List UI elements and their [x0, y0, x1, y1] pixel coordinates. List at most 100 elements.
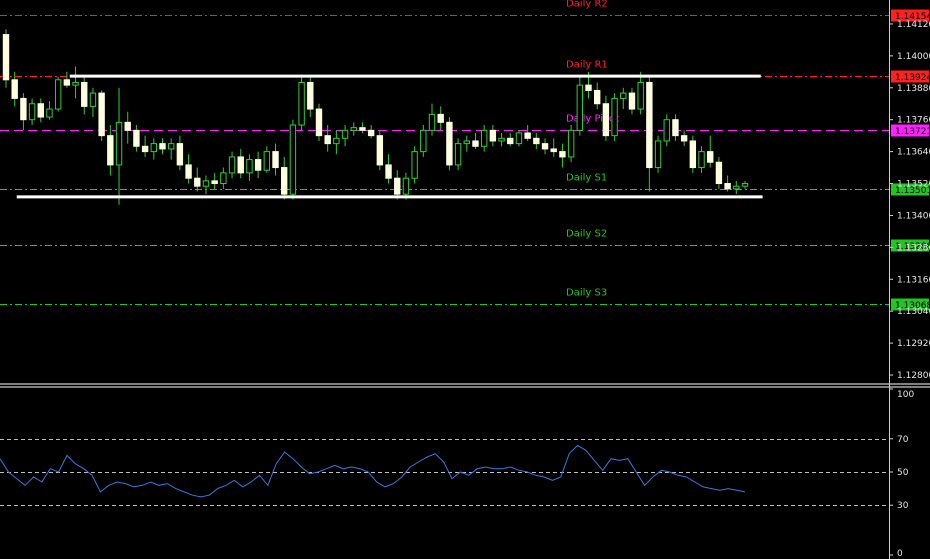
- indicator-tick-label: 100: [897, 390, 914, 400]
- candle-body: [524, 132, 531, 139]
- candle: [150, 138, 157, 160]
- gridlines: [0, 0, 930, 559]
- candle: [63, 71, 71, 88]
- price-tick-label: 1.13760: [897, 116, 930, 126]
- price-tick-label: 1.13640: [897, 148, 930, 158]
- candle: [672, 114, 679, 141]
- candle-body: [37, 103, 44, 118]
- candle: [107, 125, 114, 176]
- candle: [646, 77, 653, 192]
- candle: [115, 87, 123, 205]
- candle-body: [698, 151, 705, 169]
- candle-body: [602, 103, 610, 137]
- candle-body: [185, 164, 192, 179]
- candle: [272, 143, 279, 176]
- candle: [202, 175, 210, 195]
- candle: [663, 114, 670, 147]
- candle: [733, 180, 740, 195]
- pivot-levels: Daily R21.14154Daily R11.13924Daily Pivo…: [0, 0, 930, 311]
- candle-body: [28, 103, 36, 121]
- candle: [315, 103, 323, 141]
- candle-body: [585, 84, 592, 91]
- candle: [454, 138, 462, 171]
- candle-body: [115, 121, 123, 166]
- candle: [559, 143, 566, 168]
- candle: [289, 119, 297, 200]
- candle-body: [150, 143, 157, 153]
- candle: [446, 117, 453, 171]
- candle: [133, 125, 140, 152]
- candle-body: [2, 34, 10, 81]
- candle: [246, 154, 253, 181]
- candle: [281, 156, 288, 200]
- candle-body: [254, 159, 262, 171]
- candle: [741, 180, 749, 189]
- candle: [611, 93, 618, 141]
- candle: [307, 74, 314, 118]
- candle-body: [307, 81, 314, 110]
- candle-body: [672, 119, 679, 137]
- candle-body: [576, 84, 584, 131]
- candle: [637, 71, 644, 115]
- candle-body: [741, 183, 749, 187]
- candle-body: [654, 140, 662, 169]
- candlestick-series: [2, 29, 749, 205]
- candle: [515, 130, 523, 147]
- candle: [376, 130, 384, 171]
- pivot-label: Daily R1: [566, 60, 608, 71]
- candle-body: [89, 92, 97, 107]
- candle: [550, 138, 557, 157]
- candle: [237, 148, 244, 179]
- candle-body: [20, 97, 27, 121]
- candle: [707, 135, 714, 168]
- pivot-label: Daily S3: [566, 288, 607, 299]
- candle-body: [159, 143, 166, 150]
- candle: [89, 87, 97, 118]
- candle-body: [707, 151, 714, 163]
- candle: [620, 87, 627, 110]
- candle: [176, 135, 184, 171]
- chart-canvas: Daily R21.14154Daily R11.13924Daily Pivo…: [0, 0, 930, 559]
- candle-body: [454, 143, 462, 166]
- candle-body: [263, 151, 271, 171]
- candle: [541, 138, 549, 155]
- candle: [654, 135, 662, 173]
- candle: [159, 138, 166, 155]
- candle-body: [620, 92, 627, 99]
- candle: [680, 130, 688, 147]
- candle-body: [463, 140, 470, 145]
- candle-body: [480, 129, 488, 147]
- candle-body: [680, 135, 688, 142]
- candle-body: [724, 183, 731, 190]
- candle-body: [246, 159, 253, 174]
- candle-body: [489, 129, 497, 142]
- candle: [428, 103, 436, 136]
- price-tick-label: 1.12920: [897, 339, 930, 349]
- candle: [463, 135, 470, 152]
- candle-body: [333, 137, 340, 145]
- candle-body: [446, 121, 453, 166]
- candle: [46, 101, 53, 120]
- price-tick-label: 1.13160: [897, 275, 930, 285]
- candle-body: [394, 177, 401, 195]
- candle: [20, 93, 27, 131]
- candle-body: [167, 143, 175, 150]
- candle: [394, 170, 401, 200]
- candle-body: [533, 137, 540, 145]
- candle-body: [107, 135, 114, 166]
- candle-body: [472, 140, 479, 147]
- indicator-tick-label: 0: [897, 549, 903, 559]
- candle-body: [72, 81, 79, 86]
- candle: [367, 125, 375, 139]
- candle-body: [202, 180, 210, 187]
- candle-body: [359, 127, 366, 131]
- trading-chart-window: { "chart_data": [ { "type": "candlestick…: [0, 0, 930, 559]
- indicator-tick-label: 30: [897, 501, 909, 511]
- candle: [28, 98, 36, 126]
- candle-body: [289, 124, 297, 195]
- candle: [54, 77, 62, 112]
- pivot-label: Daily R2: [566, 0, 608, 10]
- candle-body: [281, 167, 288, 195]
- candle: [220, 167, 227, 189]
- candle-body: [11, 79, 18, 99]
